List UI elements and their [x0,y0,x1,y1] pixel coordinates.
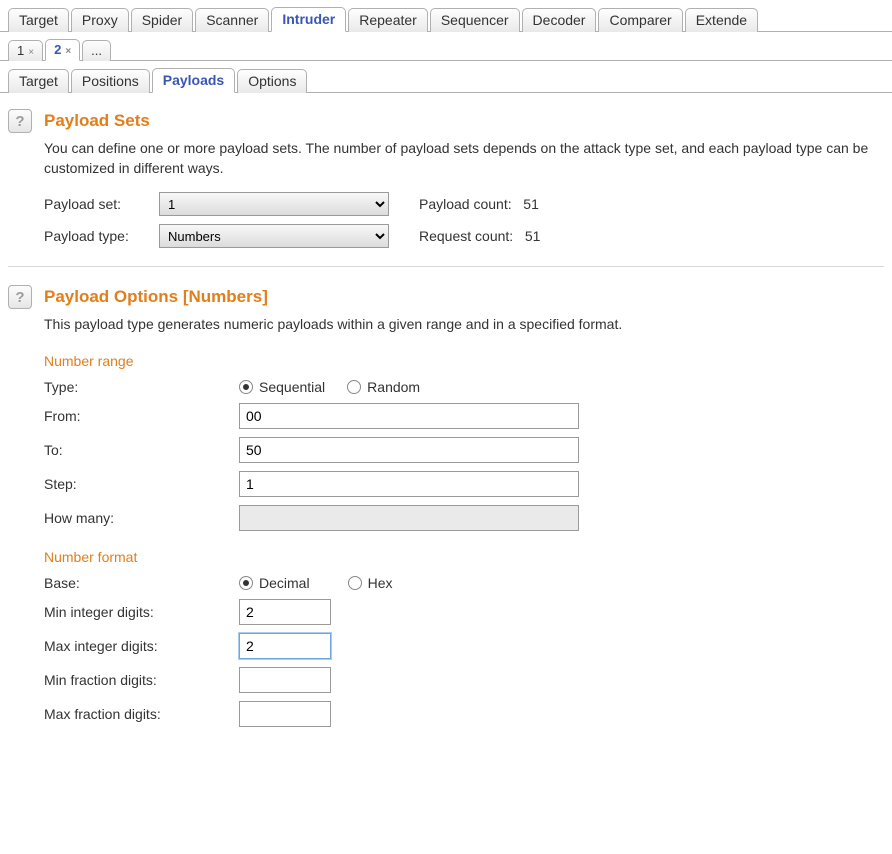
min-int-input[interactable] [239,599,331,625]
main-tab-bar: Target Proxy Spider Scanner Intruder Rep… [0,0,892,32]
attack-tab-more[interactable]: ... [82,40,111,61]
attack-tab-bar: 1× 2× ... [0,32,892,61]
payload-count-label: Payload count: [419,196,512,212]
request-count-label: Request count: [419,228,513,244]
tab-target[interactable]: Target [8,8,69,32]
tab-repeater[interactable]: Repeater [348,8,428,32]
subtab-target[interactable]: Target [8,69,69,93]
min-frac-label: Min fraction digits: [44,672,239,688]
number-format-title: Number format [44,549,884,565]
number-range-title: Number range [44,353,884,369]
tab-comparer[interactable]: Comparer [598,8,682,32]
subtab-options[interactable]: Options [237,69,307,93]
max-int-input[interactable] [239,633,331,659]
help-button[interactable]: ? [8,109,32,133]
payload-type-select[interactable]: Numbers [159,224,389,248]
radio-decimal-label: Decimal [259,575,310,591]
tab-decoder[interactable]: Decoder [522,8,597,32]
min-int-label: Min integer digits: [44,604,239,620]
tab-proxy[interactable]: Proxy [71,8,129,32]
radio-hex[interactable] [348,576,362,590]
payload-sets-title: Payload Sets [44,111,884,131]
close-icon[interactable]: × [28,47,34,58]
radio-random[interactable] [347,380,361,394]
help-button[interactable]: ? [8,285,32,309]
close-icon[interactable]: × [65,46,71,57]
to-input[interactable] [239,437,579,463]
subtab-positions[interactable]: Positions [71,69,150,93]
payload-options-desc: This payload type generates numeric payl… [44,315,884,335]
radio-sequential-label: Sequential [259,379,325,395]
step-input[interactable] [239,471,579,497]
attack-tab-1[interactable]: 1× [8,40,43,61]
request-count-value: 51 [525,228,541,244]
attack-tab-2[interactable]: 2× [45,39,80,61]
tab-spider[interactable]: Spider [131,8,193,32]
payload-count-value: 51 [523,196,539,212]
from-input[interactable] [239,403,579,429]
from-label: From: [44,408,239,424]
step-label: Step: [44,476,239,492]
tab-intruder[interactable]: Intruder [271,7,346,32]
subtab-payloads[interactable]: Payloads [152,68,235,93]
payload-set-label: Payload set: [44,196,159,212]
tab-extender[interactable]: Extende [685,8,758,32]
radio-sequential[interactable] [239,380,253,394]
type-label: Type: [44,379,239,395]
sub-tab-bar: Target Positions Payloads Options [0,61,892,93]
howmany-input [239,505,579,531]
radio-hex-label: Hex [368,575,393,591]
radio-decimal[interactable] [239,576,253,590]
payloads-panel: ? Payload Sets You can define one or mor… [0,93,892,765]
tab-scanner[interactable]: Scanner [195,8,269,32]
min-frac-input[interactable] [239,667,331,693]
payload-options-title: Payload Options [Numbers] [44,287,884,307]
max-frac-input[interactable] [239,701,331,727]
howmany-label: How many: [44,510,239,526]
help-icon: ? [15,289,24,306]
to-label: To: [44,442,239,458]
payload-set-select[interactable]: 1 [159,192,389,216]
payload-type-label: Payload type: [44,228,159,244]
help-icon: ? [15,113,24,130]
max-int-label: Max integer digits: [44,638,239,654]
tab-sequencer[interactable]: Sequencer [430,8,520,32]
max-frac-label: Max fraction digits: [44,706,239,722]
payload-sets-desc: You can define one or more payload sets.… [44,139,884,178]
base-label: Base: [44,575,239,591]
radio-random-label: Random [367,379,420,395]
